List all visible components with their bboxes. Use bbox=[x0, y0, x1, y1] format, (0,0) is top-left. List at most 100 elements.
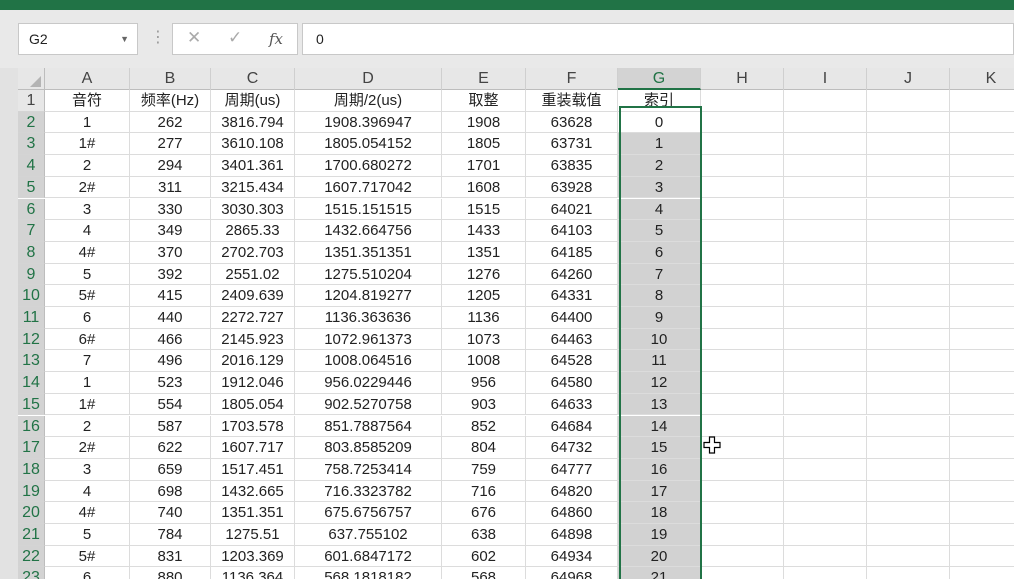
cell-e9[interactable]: 1276 bbox=[442, 263, 526, 286]
cell-g17[interactable]: 15 bbox=[618, 437, 701, 459]
cell-c9[interactable]: 2551.02 bbox=[211, 263, 295, 286]
cell-j14[interactable] bbox=[867, 372, 950, 394]
cell-a5[interactable]: 2# bbox=[45, 176, 130, 199]
cell-j13[interactable] bbox=[867, 350, 950, 373]
cell-d15[interactable]: 902.5270758 bbox=[295, 393, 442, 416]
cell-j16[interactable] bbox=[867, 415, 950, 438]
cell-g6[interactable]: 4 bbox=[618, 198, 701, 221]
cell-b10[interactable]: 415 bbox=[130, 285, 211, 307]
cell-c21[interactable]: 1275.51 bbox=[211, 524, 295, 546]
cell-b17[interactable]: 622 bbox=[130, 437, 211, 459]
more-options-icon[interactable]: ⋮ bbox=[150, 27, 166, 47]
cell-e23[interactable]: 568 bbox=[442, 567, 526, 579]
cell-i9[interactable] bbox=[784, 263, 867, 286]
cell-c13[interactable]: 2016.129 bbox=[211, 350, 295, 373]
row-header[interactable]: 20 bbox=[18, 502, 45, 524]
cell-d5[interactable]: 1607.717042 bbox=[295, 176, 442, 199]
cell-a8[interactable]: 4# bbox=[45, 241, 130, 264]
cell-c5[interactable]: 3215.434 bbox=[211, 176, 295, 199]
cell-i6[interactable] bbox=[784, 198, 867, 221]
cell-g16[interactable]: 14 bbox=[618, 415, 701, 438]
cell-h21[interactable] bbox=[701, 524, 784, 546]
cell-k6[interactable] bbox=[950, 199, 1014, 221]
cell-h13[interactable] bbox=[701, 350, 784, 373]
row-header[interactable]: 5 bbox=[18, 176, 45, 199]
cell-i17[interactable] bbox=[784, 437, 867, 459]
cell-j22[interactable] bbox=[867, 545, 950, 568]
cell-a16[interactable]: 2 bbox=[45, 415, 130, 438]
row-header[interactable]: 7 bbox=[18, 220, 45, 242]
row-header[interactable]: 1 bbox=[18, 90, 45, 112]
cell-h1[interactable] bbox=[701, 90, 784, 112]
cell-f12[interactable]: 64463 bbox=[526, 328, 618, 351]
cell-e7[interactable]: 1433 bbox=[442, 220, 526, 242]
cell-h7[interactable] bbox=[701, 220, 784, 242]
cell-g5[interactable]: 3 bbox=[618, 176, 701, 199]
row-header[interactable]: 9 bbox=[18, 263, 45, 286]
cell-a19[interactable]: 4 bbox=[45, 480, 130, 503]
cell-h4[interactable] bbox=[701, 155, 784, 177]
cell-b6[interactable]: 330 bbox=[130, 198, 211, 221]
cell-f2[interactable]: 63628 bbox=[526, 111, 618, 134]
cell-a22[interactable]: 5# bbox=[45, 545, 130, 568]
cell-b9[interactable]: 392 bbox=[130, 263, 211, 286]
cell-f4[interactable]: 63835 bbox=[526, 155, 618, 177]
cell-a3[interactable]: 1# bbox=[45, 133, 130, 156]
cell-d13[interactable]: 1008.064516 bbox=[295, 350, 442, 373]
cell-a7[interactable]: 4 bbox=[45, 220, 130, 242]
cell-i19[interactable] bbox=[784, 480, 867, 503]
cell-a14[interactable]: 1 bbox=[45, 372, 130, 394]
cell-j3[interactable] bbox=[867, 133, 950, 156]
cell-d14[interactable]: 956.0229446 bbox=[295, 372, 442, 394]
cell-i1[interactable] bbox=[784, 90, 867, 112]
column-header-k[interactable]: K bbox=[950, 68, 1014, 90]
cell-j1[interactable] bbox=[867, 90, 950, 112]
cell-c1[interactable]: 周期(us) bbox=[211, 90, 295, 112]
cell-d17[interactable]: 803.8585209 bbox=[295, 437, 442, 459]
cell-c4[interactable]: 3401.361 bbox=[211, 155, 295, 177]
cell-j5[interactable] bbox=[867, 176, 950, 199]
row-header[interactable]: 19 bbox=[18, 480, 45, 503]
cell-h8[interactable] bbox=[701, 241, 784, 264]
cell-f11[interactable]: 64400 bbox=[526, 307, 618, 329]
cell-k18[interactable] bbox=[950, 459, 1014, 481]
column-header-j[interactable]: J bbox=[867, 68, 950, 90]
cell-f6[interactable]: 64021 bbox=[526, 198, 618, 221]
row-header[interactable]: 23 bbox=[18, 567, 45, 579]
cell-g10[interactable]: 8 bbox=[618, 285, 701, 307]
cell-d9[interactable]: 1275.510204 bbox=[295, 263, 442, 286]
cell-d3[interactable]: 1805.054152 bbox=[295, 133, 442, 156]
cell-h14[interactable] bbox=[701, 372, 784, 394]
insert-function-icon[interactable]: fx bbox=[269, 30, 283, 48]
cell-b7[interactable]: 349 bbox=[130, 220, 211, 242]
cell-f20[interactable]: 64860 bbox=[526, 502, 618, 524]
cell-b15[interactable]: 554 bbox=[130, 393, 211, 416]
cell-b3[interactable]: 277 bbox=[130, 133, 211, 156]
cell-k3[interactable] bbox=[950, 133, 1014, 156]
cell-k22[interactable] bbox=[950, 546, 1014, 568]
cell-k14[interactable] bbox=[950, 372, 1014, 394]
spreadsheet-grid[interactable]: ABCDEFGHIJK 1 音符 频率(Hz) 周期(us) 周期/2(us) 取整 重装载… bbox=[18, 68, 1014, 579]
cell-j7[interactable] bbox=[867, 220, 950, 242]
row-header[interactable]: 13 bbox=[18, 350, 45, 373]
cell-c20[interactable]: 1351.351 bbox=[211, 502, 295, 524]
cell-b11[interactable]: 440 bbox=[130, 307, 211, 329]
cell-e2[interactable]: 1908 bbox=[442, 111, 526, 134]
cell-e4[interactable]: 1701 bbox=[442, 155, 526, 177]
cell-j21[interactable] bbox=[867, 524, 950, 546]
cell-g9[interactable]: 7 bbox=[618, 263, 701, 286]
cell-h23[interactable] bbox=[701, 567, 784, 579]
cell-j2[interactable] bbox=[867, 111, 950, 134]
cell-j15[interactable] bbox=[867, 393, 950, 416]
cell-k7[interactable] bbox=[950, 220, 1014, 242]
cell-g12[interactable]: 10 bbox=[618, 328, 701, 351]
cell-d20[interactable]: 675.6756757 bbox=[295, 502, 442, 524]
cell-c3[interactable]: 3610.108 bbox=[211, 133, 295, 156]
cell-k10[interactable] bbox=[950, 285, 1014, 307]
cell-g11[interactable]: 9 bbox=[618, 307, 701, 329]
cell-i8[interactable] bbox=[784, 241, 867, 264]
cell-i3[interactable] bbox=[784, 133, 867, 156]
row-header[interactable]: 2 bbox=[18, 111, 45, 134]
column-header-a[interactable]: A bbox=[45, 68, 130, 90]
cell-i22[interactable] bbox=[784, 545, 867, 568]
